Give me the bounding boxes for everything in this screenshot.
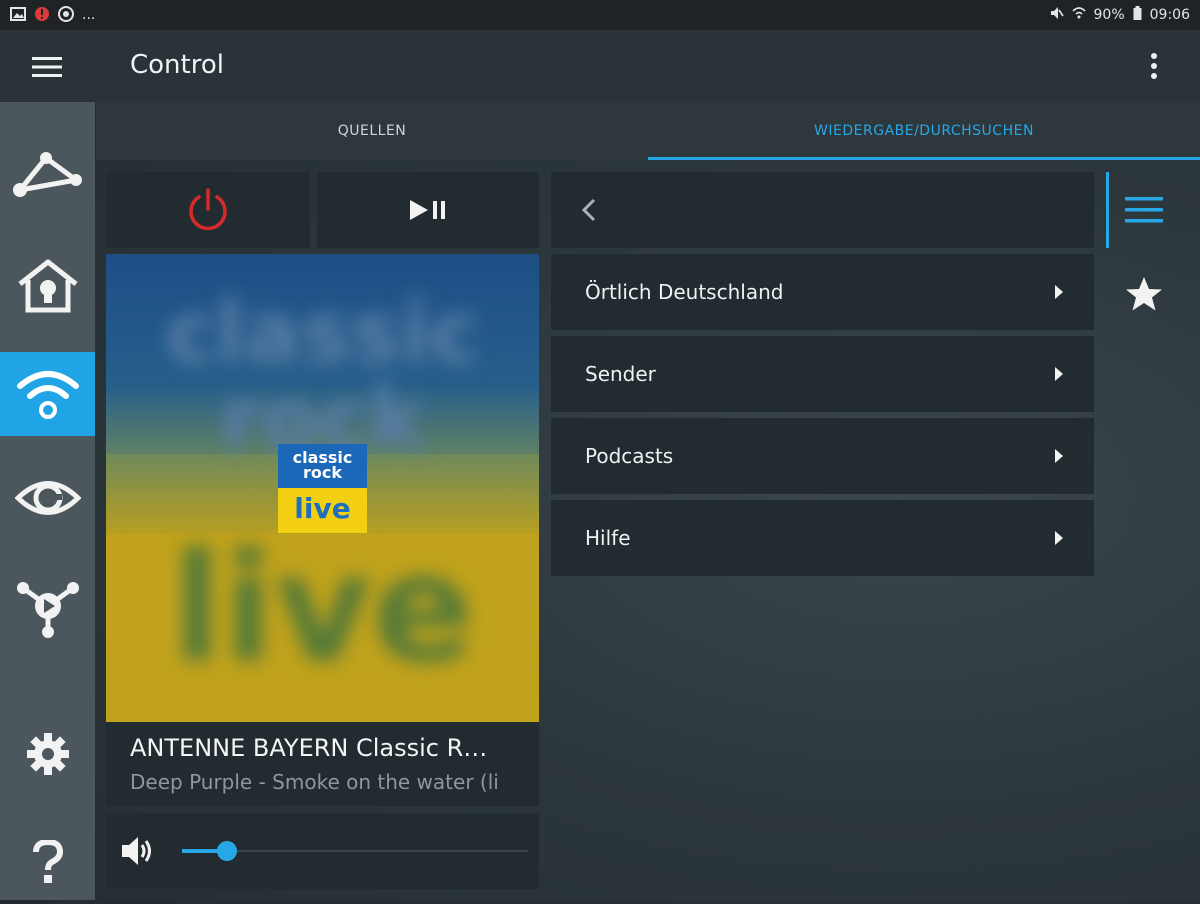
list-item-label: Podcasts bbox=[585, 444, 674, 468]
sidebar-item-network[interactable] bbox=[0, 132, 95, 216]
hamburger-menu-button[interactable] bbox=[14, 44, 80, 90]
mute-icon bbox=[1050, 6, 1064, 24]
track-title: Deep Purple - Smoke on the water (li bbox=[130, 770, 499, 794]
sidebar-item-help[interactable] bbox=[0, 820, 95, 904]
chevron-left-icon bbox=[581, 198, 596, 222]
station-logo-top: classic rock bbox=[278, 444, 367, 488]
wifi-radio-icon bbox=[16, 371, 79, 419]
image-icon bbox=[10, 6, 26, 24]
power-icon bbox=[189, 188, 227, 231]
gear-icon bbox=[26, 733, 69, 775]
station-name: ANTENNE BAYERN Classic R… bbox=[130, 734, 488, 762]
chevron-right-icon bbox=[1055, 449, 1063, 463]
list-item-label: Örtlich Deutschland bbox=[585, 280, 784, 304]
list-item-sender[interactable]: Sender bbox=[551, 336, 1094, 412]
battery-icon bbox=[1133, 6, 1142, 24]
smart-home-icon bbox=[17, 259, 78, 313]
play-pause-icon bbox=[410, 200, 445, 220]
list-item-oertlich-deutschland[interactable]: Örtlich Deutschland bbox=[551, 254, 1094, 330]
chevron-right-icon bbox=[1055, 285, 1063, 299]
list-icon bbox=[1125, 197, 1163, 223]
list-item-podcasts[interactable]: Podcasts bbox=[551, 418, 1094, 494]
volume-button[interactable] bbox=[120, 833, 156, 869]
chevron-right-icon bbox=[1055, 531, 1063, 545]
more-indicator: ... bbox=[82, 7, 96, 23]
list-view-button[interactable] bbox=[1104, 172, 1184, 248]
wifi-status-icon bbox=[1071, 6, 1086, 24]
tab-bar: QUELLEN WIEDERGABE/DURCHSUCHEN bbox=[96, 102, 1200, 160]
back-button[interactable] bbox=[581, 190, 629, 230]
browse-header bbox=[551, 172, 1094, 248]
list-view-indicator bbox=[1106, 172, 1109, 248]
sidebar-item-media-share[interactable] bbox=[0, 566, 95, 650]
hamburger-icon bbox=[32, 57, 62, 77]
album-art-blur-top: classic rock bbox=[165, 284, 480, 468]
star-icon bbox=[1126, 277, 1162, 311]
power-button[interactable] bbox=[106, 172, 310, 248]
eye-icon bbox=[14, 481, 81, 515]
volume-panel bbox=[106, 813, 539, 889]
page-title: Control bbox=[130, 50, 224, 80]
station-logo: classic rock live bbox=[278, 444, 367, 533]
active-tab-indicator bbox=[648, 157, 1200, 160]
now-playing-panel: ANTENNE BAYERN Classic R… Deep Purple - … bbox=[106, 722, 539, 806]
status-right: 90% 09:06 bbox=[1050, 6, 1190, 24]
volume-slider-thumb[interactable] bbox=[217, 841, 237, 861]
chevron-right-icon bbox=[1055, 367, 1063, 381]
network-icon bbox=[12, 152, 82, 197]
sidebar-item-home[interactable] bbox=[0, 244, 95, 328]
overflow-menu-button[interactable] bbox=[1134, 46, 1174, 86]
favorites-button[interactable] bbox=[1104, 256, 1184, 332]
status-left: ... bbox=[10, 5, 96, 25]
alert-icon bbox=[34, 6, 50, 25]
media-share-icon bbox=[16, 582, 79, 638]
list-item-label: Sender bbox=[585, 362, 656, 386]
volume-icon bbox=[122, 837, 151, 865]
sidebar-item-view[interactable] bbox=[0, 456, 95, 540]
sidebar-item-radio[interactable] bbox=[0, 352, 95, 436]
volume-slider[interactable] bbox=[182, 839, 528, 863]
play-pause-button[interactable] bbox=[317, 172, 539, 248]
clock: 09:06 bbox=[1149, 7, 1190, 23]
app-bar: Control bbox=[0, 30, 1200, 102]
station-logo-bottom: live bbox=[278, 488, 367, 533]
tab-wiedergabe-durchsuchen[interactable]: WIEDERGABE/DURCHSUCHEN bbox=[648, 102, 1200, 160]
more-vert-icon bbox=[1151, 53, 1157, 79]
sidebar-item-settings[interactable] bbox=[0, 712, 95, 796]
album-art: classic rock live classic rock live bbox=[106, 254, 539, 722]
sidebar bbox=[0, 102, 95, 900]
battery-level: 90% bbox=[1093, 7, 1125, 23]
list-item-hilfe[interactable]: Hilfe bbox=[551, 500, 1094, 576]
view-switcher bbox=[1104, 172, 1184, 372]
help-icon bbox=[32, 840, 63, 883]
chrome-icon bbox=[58, 5, 74, 25]
status-bar: ... 90% 09:06 bbox=[0, 0, 1200, 30]
album-art-blur-bottom: live bbox=[171, 522, 474, 696]
tab-quellen[interactable]: QUELLEN bbox=[96, 102, 648, 160]
list-item-label: Hilfe bbox=[585, 526, 631, 550]
